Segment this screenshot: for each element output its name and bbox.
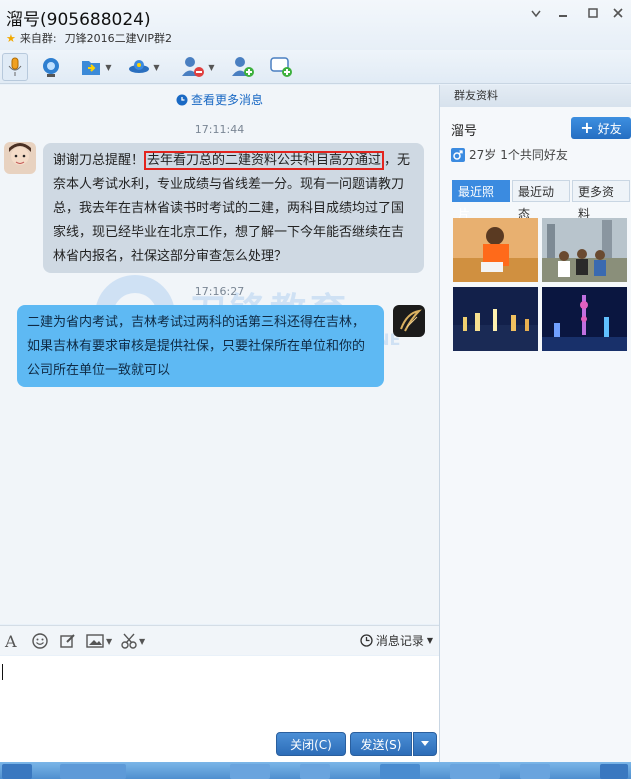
add-friend-button[interactable]: + 好友: [571, 117, 631, 139]
source-group[interactable]: 刀锋2016二建VIP群2: [65, 30, 172, 46]
tab-recent-photos[interactable]: 最近照片: [452, 180, 510, 221]
image-icon[interactable]: ▼: [86, 632, 112, 650]
plus-icon: +: [580, 118, 594, 137]
add-user-icon[interactable]: [230, 53, 256, 81]
message-bubble-received[interactable]: 谢谢刀总提醒！ 去年看刀总的二建资料公共科目高分通过 ，无奈本人考试水利，专业成绩与…: [43, 143, 424, 273]
member-name: 溜号: [451, 124, 478, 139]
message-text-before: 谢谢刀总提醒！: [53, 153, 145, 168]
clock-icon: [360, 634, 373, 647]
microphone-icon[interactable]: [2, 53, 28, 81]
view-more-label: 查看更多消息: [190, 93, 263, 107]
window-title: 溜号(905688024): [6, 10, 151, 30]
chevron-down-icon: ▼: [106, 636, 113, 646]
dropdown-menu-icon[interactable]: [522, 4, 550, 26]
chat-history[interactable]: 查看更多消息 刀锋教育 LINE 17:11:44 谢谢刀总提醒！去年看刀总的二…: [0, 85, 439, 624]
tab-more-info[interactable]: 更多资料: [572, 180, 630, 221]
taskbar-app[interactable]: [60, 764, 126, 779]
title-bar: 溜号(905688024) ★ 来自群: 刀锋2016二建VIP群2: [0, 0, 631, 50]
highlight-box: 去年看刀总的二建资料公共科目高分通过: [144, 151, 385, 170]
mutual-friends[interactable]: 1个共同好友: [500, 146, 568, 163]
os-taskbar: [0, 762, 631, 779]
tab-recent-updates[interactable]: 最近动态: [512, 180, 570, 221]
screenshot-icon[interactable]: ▼: [121, 632, 145, 650]
toolbar: ▼ ▼ ▼: [0, 50, 631, 84]
star-icon: ★: [6, 31, 16, 45]
add-friend-label: 好友: [597, 121, 622, 136]
clock-icon: [176, 94, 188, 109]
message-bubble-sent[interactable]: 二建为省内考试，吉林考试过两科的话第三科还得在吉林，如果吉林有要求审核是提供社保…: [17, 305, 384, 387]
photo-thumbnail[interactable]: [542, 218, 627, 282]
photo-thumbnail[interactable]: [542, 287, 627, 351]
male-gender-icon: [451, 147, 465, 162]
chevron-down-icon: ▼: [139, 636, 146, 646]
member-profile-panel: 群友资料 溜号 + 好友 27岁 1个共同好友 最近照片 最近动态 更多资料: [439, 85, 631, 762]
message-time: 17:11:44: [194, 123, 245, 136]
chevron-down-icon: ▼: [426, 636, 433, 645]
minimize-icon[interactable]: [549, 4, 577, 26]
panel-header: 群友资料: [440, 85, 631, 107]
member-age: 27岁: [469, 148, 497, 162]
message-log-label: 消息记录: [375, 634, 424, 648]
send-options-dropdown[interactable]: [413, 732, 437, 756]
photo-thumbnail[interactable]: [453, 287, 538, 351]
group-source: ★ 来自群: 刀锋2016二建VIP群2: [6, 30, 172, 46]
text-cursor: [2, 664, 3, 680]
taskbar-app[interactable]: [300, 764, 330, 779]
edit-icon[interactable]: [60, 632, 76, 650]
send-button[interactable]: 发送(S): [350, 732, 412, 756]
close-icon[interactable]: [604, 4, 631, 26]
taskbar-app[interactable]: [450, 764, 500, 779]
send-file-icon[interactable]: ▼: [76, 53, 116, 81]
message-text: 二建为省内考试，吉林考试过两科的话第三科还得在吉林，如果吉林有要求审核是提供社保…: [27, 315, 366, 378]
block-user-icon[interactable]: ▼: [177, 53, 219, 81]
taskbar-app[interactable]: [230, 764, 270, 779]
maximize-icon[interactable]: [579, 4, 607, 26]
create-discussion-icon[interactable]: [268, 53, 294, 81]
close-button[interactable]: 关闭(C): [276, 732, 346, 756]
self-avatar[interactable]: [393, 305, 425, 337]
profile-tabs: 最近照片 最近动态 更多资料: [452, 180, 631, 221]
start-button[interactable]: [2, 764, 32, 779]
member-info: 27岁 1个共同好友: [451, 146, 568, 163]
source-label: 来自群:: [19, 32, 57, 45]
video-icon[interactable]: [38, 53, 64, 81]
chevron-down-icon: [421, 741, 429, 746]
photo-thumbnail[interactable]: [453, 218, 538, 282]
taskbar-app[interactable]: [520, 764, 550, 779]
message-time: 17:16:27: [194, 285, 245, 298]
action-bar: 关闭(C) 发送(S): [0, 730, 439, 762]
view-more-link[interactable]: 查看更多消息: [0, 91, 439, 109]
input-toolbar: A ▼ ▼ 消息记录 ▼: [0, 625, 439, 655]
message-log-button[interactable]: 消息记录 ▼: [360, 632, 433, 649]
sender-avatar[interactable]: [4, 142, 36, 174]
emoji-icon[interactable]: [32, 632, 48, 650]
remote-assist-icon[interactable]: ▼: [124, 53, 164, 81]
font-icon[interactable]: A: [5, 632, 17, 651]
taskbar-app[interactable]: [380, 764, 420, 779]
message-input[interactable]: [0, 656, 439, 730]
tray-icon[interactable]: [600, 764, 628, 779]
